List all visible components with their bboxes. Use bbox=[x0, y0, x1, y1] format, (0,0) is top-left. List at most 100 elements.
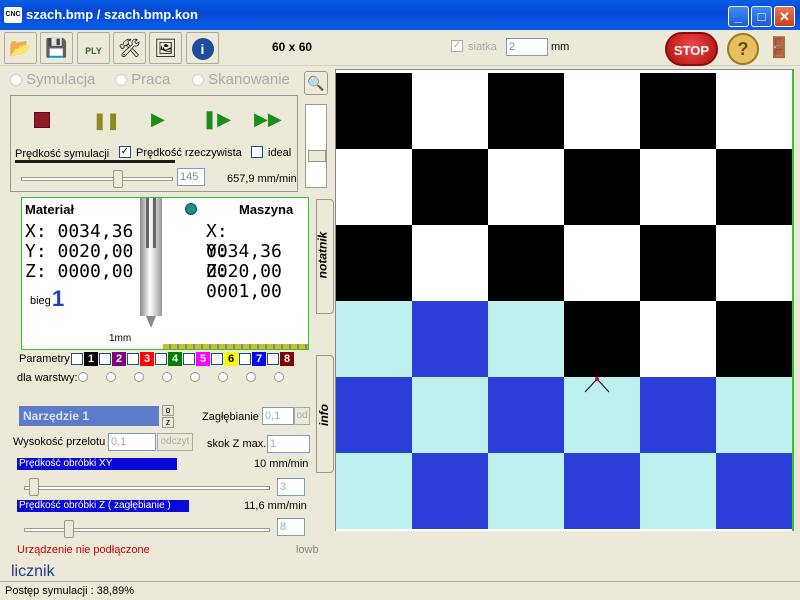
layer-checkbox[interactable] bbox=[211, 353, 223, 366]
canvas-cell bbox=[412, 149, 488, 225]
device-status: Urządzenie nie podłączone bbox=[17, 544, 150, 556]
app-icon: CNC bbox=[4, 7, 22, 23]
layer-radio[interactable] bbox=[190, 372, 200, 383]
stop-button[interactable]: STOP bbox=[665, 32, 718, 66]
zmax-field[interactable]: 1 bbox=[267, 435, 310, 453]
sim-speed-track[interactable] bbox=[21, 177, 173, 181]
tool-o-button[interactable]: o bbox=[162, 405, 174, 416]
depth-read-button[interactable]: od bbox=[294, 407, 310, 425]
params-label: Parametry bbox=[19, 353, 70, 365]
mode-work-radio[interactable]: Praca bbox=[115, 71, 170, 88]
tab-info[interactable]: info bbox=[316, 355, 334, 473]
layer-checkbox[interactable] bbox=[155, 353, 167, 366]
stop-sim-button[interactable] bbox=[34, 112, 50, 128]
canvas-cell bbox=[336, 149, 412, 225]
open-folder-button[interactable]: 📂 bbox=[4, 32, 37, 64]
tool-tip-icon bbox=[146, 316, 156, 328]
z-speed-thumb[interactable] bbox=[64, 520, 75, 538]
work-canvas[interactable] bbox=[335, 69, 794, 531]
canvas-cell bbox=[336, 453, 412, 529]
canvas-cell bbox=[412, 301, 488, 377]
xy-speed-thumb[interactable] bbox=[28, 478, 39, 496]
layer-7-swatch[interactable]: 7 bbox=[252, 352, 266, 366]
vertical-zoom-thumb[interactable] bbox=[308, 150, 326, 162]
title-bar: CNC szach.bmp / szach.bmp.kon _ □ ✕ bbox=[0, 0, 800, 30]
layer-checkbox[interactable] bbox=[239, 353, 251, 366]
vertical-zoom-track[interactable] bbox=[305, 104, 327, 188]
layer-checkbox[interactable] bbox=[267, 353, 279, 366]
layer-radio[interactable] bbox=[218, 372, 228, 383]
layer-radio[interactable] bbox=[246, 372, 256, 383]
scale-label: 1mm bbox=[109, 333, 132, 344]
maximize-button[interactable]: □ bbox=[751, 6, 772, 27]
mode-scan-radio[interactable]: Skanowanie bbox=[192, 71, 290, 88]
grid-size-label: 60 x 60 bbox=[272, 40, 313, 54]
layer-3-swatch[interactable]: 3 bbox=[140, 352, 154, 366]
travel-height-field[interactable]: 0,1 bbox=[108, 433, 156, 451]
travel-height-label: Wysokość przelotu bbox=[13, 436, 106, 448]
sim-speed-thumb[interactable] bbox=[113, 170, 124, 188]
canvas-cell bbox=[716, 453, 792, 529]
layer-2-swatch[interactable]: 2 bbox=[112, 352, 126, 366]
counter-label: licznik bbox=[11, 563, 55, 580]
layer-4-swatch[interactable]: 4 bbox=[168, 352, 182, 366]
layer-8-swatch[interactable]: 8 bbox=[280, 352, 294, 366]
save-button[interactable]: 💾 bbox=[40, 32, 73, 64]
exit-button[interactable]: 🚪 bbox=[764, 33, 794, 65]
sim-speed-field[interactable]: 145 bbox=[177, 168, 205, 186]
real-speed-checkbox[interactable]: ✓ bbox=[119, 146, 131, 159]
travel-read-button[interactable]: odczyt bbox=[157, 433, 193, 451]
depth-field[interactable]: 0,1 bbox=[262, 407, 294, 425]
canvas-cell bbox=[564, 73, 640, 149]
help-button[interactable]: ? bbox=[727, 33, 759, 65]
mode-scan-label: Skanowanie bbox=[208, 71, 290, 88]
tool-z-button[interactable]: z bbox=[162, 417, 174, 428]
depth-label: Zagłębianie bbox=[202, 411, 259, 423]
grid-value-field[interactable]: 2 bbox=[506, 38, 548, 56]
z-speed-field[interactable]: 8 bbox=[277, 518, 305, 536]
xy-speed-field[interactable]: 3 bbox=[277, 478, 305, 496]
layer-6-swatch[interactable]: 6 bbox=[224, 352, 238, 366]
layer-radio[interactable] bbox=[274, 372, 284, 383]
mode-simulation-radio[interactable]: Symulacja bbox=[10, 71, 95, 88]
position-panel: Materiał X: 0034,36 Y: 0020,00 Z: 0000,0… bbox=[21, 197, 309, 350]
sim-speed-label: Prędkość symulacji bbox=[15, 148, 110, 160]
layer-checkbox[interactable] bbox=[99, 353, 111, 366]
window-title: szach.bmp / szach.bmp.kon bbox=[26, 7, 198, 22]
canvas-cell bbox=[716, 225, 792, 301]
close-button[interactable]: ✕ bbox=[774, 6, 795, 27]
layer-radio[interactable] bbox=[106, 372, 116, 383]
spindle-slot-left bbox=[146, 198, 149, 248]
grid-checkbox[interactable]: ✓ bbox=[451, 40, 463, 53]
layer-radio[interactable] bbox=[134, 372, 144, 383]
xy-speed-track[interactable] bbox=[24, 486, 270, 490]
layer-1-swatch[interactable]: 1 bbox=[84, 352, 98, 366]
z-speed-track[interactable] bbox=[24, 528, 270, 532]
ply-button[interactable]: PLY bbox=[77, 32, 110, 64]
zoom-button[interactable]: 🔍 bbox=[304, 71, 328, 95]
play-button[interactable]: ▶ bbox=[151, 109, 165, 130]
grid-unit-label: mm bbox=[551, 41, 570, 53]
layer-radio[interactable] bbox=[78, 372, 88, 383]
layer-5-swatch[interactable]: 5 bbox=[196, 352, 210, 366]
pause-button[interactable]: ❚❚ bbox=[93, 111, 120, 131]
minimize-button[interactable]: _ bbox=[728, 6, 749, 27]
tool-select[interactable]: Narzędzie 1 bbox=[19, 406, 159, 426]
info-button[interactable]: i bbox=[186, 32, 219, 64]
layer-checkbox[interactable] bbox=[183, 353, 195, 366]
layer-checkbox[interactable] bbox=[71, 353, 83, 366]
canvas-cell bbox=[716, 149, 792, 225]
canvas-cell bbox=[640, 377, 716, 453]
canvas-cell bbox=[488, 73, 564, 149]
layer-checkbox[interactable] bbox=[127, 353, 139, 366]
material-surface bbox=[163, 344, 308, 349]
image-button[interactable]: 🖼 bbox=[149, 32, 182, 64]
ideal-checkbox[interactable] bbox=[251, 146, 263, 159]
tools-button[interactable]: 🛠 bbox=[113, 32, 146, 64]
step-button[interactable]: ❚▶ bbox=[202, 109, 231, 130]
canvas-cell bbox=[412, 225, 488, 301]
canvas-cell bbox=[488, 149, 564, 225]
tab-notes[interactable]: notatnik bbox=[315, 199, 334, 314]
fast-forward-button[interactable]: ▶▶ bbox=[254, 109, 282, 130]
layer-radio[interactable] bbox=[162, 372, 172, 383]
